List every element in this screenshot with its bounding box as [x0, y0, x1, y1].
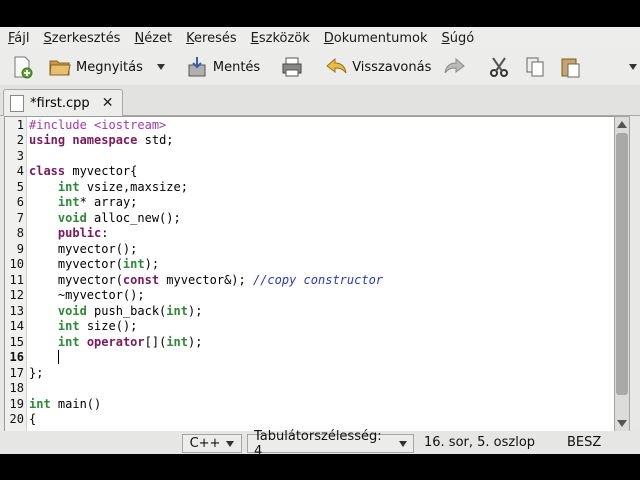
save-icon: [188, 57, 206, 77]
open-button[interactable]: Megnyitás: [44, 52, 147, 82]
undo-icon: [326, 57, 347, 74]
menu-search[interactable]: Keresés: [178, 31, 243, 46]
menu-edit[interactable]: Szerkesztés: [36, 31, 127, 46]
code-line[interactable]: class myvector{: [29, 164, 137, 180]
line-number: 15: [9, 334, 24, 349]
code-line[interactable]: void alloc_new();: [29, 211, 181, 227]
code-line[interactable]: myvector(const myvector&); //copy constr…: [29, 273, 383, 289]
editor-window: Fájl Szerkesztés Nézet Keresés Eszközök …: [0, 27, 640, 459]
menubar: Fájl Szerkesztés Nézet Keresés Eszközök …: [0, 27, 640, 49]
language-selector[interactable]: C++: [182, 434, 242, 453]
scrollbar-thumb[interactable]: [616, 133, 628, 395]
tab-label: *first.cpp: [30, 95, 90, 111]
document-tabs: *first.cpp ✕: [0, 85, 640, 116]
code-editor[interactable]: 1 #include <iostream> 2 using namespace std…: [4, 116, 615, 432]
open-label: Megnyitás: [76, 59, 143, 75]
chevron-down-icon: [629, 64, 638, 70]
menu-file[interactable]: Fájl: [0, 31, 36, 46]
undo-label: Visszavonás: [352, 59, 432, 75]
redo-icon: [444, 57, 466, 74]
vertical-scrollbar[interactable]: [614, 116, 630, 432]
text-cursor: [57, 350, 59, 364]
print-button[interactable]: [276, 52, 308, 82]
code-line[interactable]: [29, 350, 59, 367]
printer-icon: [282, 57, 302, 77]
chevron-down-icon: [399, 440, 407, 447]
scroll-up-icon[interactable]: [617, 121, 627, 128]
chevron-down-icon: [226, 440, 235, 447]
paste-icon: [561, 58, 580, 78]
language-label: C++: [189, 436, 221, 451]
line-number: 4: [16, 164, 24, 178]
code-line[interactable]: void push_back(int);: [29, 304, 203, 320]
scroll-down-icon[interactable]: [617, 420, 627, 427]
menu-help[interactable]: Súgó: [434, 31, 481, 46]
line-number: 10: [9, 257, 24, 271]
insert-mode: BESZ: [567, 435, 602, 450]
line-number: 1: [16, 117, 24, 132]
redo-button[interactable]: [439, 52, 471, 82]
line-number: 17: [9, 365, 24, 380]
line-number: 5: [16, 179, 24, 194]
line-number: 14: [9, 319, 24, 333]
code-line[interactable]: int* array;: [29, 195, 137, 211]
line-number: 2: [16, 133, 24, 147]
code-line[interactable]: #include <iostream>: [29, 118, 166, 134]
line-number: 7: [16, 210, 24, 225]
cut-button[interactable]: [483, 52, 515, 82]
menu-tools[interactable]: Eszközök: [243, 31, 316, 46]
code-line[interactable]: public:: [29, 226, 109, 242]
new-document-icon: [14, 56, 33, 79]
code-line[interactable]: {: [29, 412, 36, 428]
toolbar: Megnyitás Mentés Visszavonás: [0, 49, 640, 85]
scissors-icon: [490, 57, 509, 77]
line-number: 18: [9, 381, 24, 395]
line-number: 8: [16, 226, 24, 240]
cursor-position: 16. sor, 5. oszlop: [424, 435, 536, 450]
save-label: Mentés: [212, 59, 261, 75]
line-number: 3: [16, 148, 24, 163]
code-line[interactable]: int operator[](int);: [29, 335, 203, 351]
code-line[interactable]: int main(): [29, 397, 101, 413]
tab-width-selector[interactable]: Tabulátorszélesség: 4: [247, 429, 414, 459]
save-button[interactable]: Mentés: [181, 52, 264, 82]
close-icon[interactable]: ✕: [102, 95, 114, 111]
code-line[interactable]: myvector();: [29, 242, 137, 258]
line-number: 13: [9, 303, 24, 318]
folder-open-icon: [49, 60, 71, 76]
undo-button[interactable]: Visszavonás: [320, 52, 435, 82]
line-number: 9: [16, 241, 24, 256]
menu-view[interactable]: Nézet: [126, 31, 178, 46]
code-line[interactable]: using namespace std;: [29, 133, 174, 149]
line-number: 20: [9, 412, 24, 426]
open-recent-dropdown[interactable]: [153, 52, 169, 82]
tab-width-label: Tabulátorszélesség: 4: [254, 428, 382, 459]
code-line[interactable]: };: [29, 366, 43, 382]
toolbar-overflow-button[interactable]: [625, 52, 640, 82]
tab-first-cpp[interactable]: *first.cpp ✕: [3, 89, 123, 116]
line-number: 6: [16, 195, 24, 209]
code-line[interactable]: ~myvector();: [29, 288, 145, 304]
menu-documents[interactable]: Dokumentumok: [316, 31, 434, 46]
code-line[interactable]: int vsize,maxsize;: [29, 180, 188, 196]
code-line[interactable]: myvector(int);: [29, 257, 159, 273]
line-number: 12: [9, 288, 24, 302]
paste-button[interactable]: [555, 52, 587, 82]
chevron-down-icon: [156, 64, 165, 70]
line-number: 16: [9, 350, 24, 364]
copy-button[interactable]: [519, 52, 551, 82]
code-line[interactable]: int size();: [29, 319, 137, 335]
document-icon: [10, 94, 24, 112]
line-number: 11: [9, 272, 24, 287]
statusbar: C++ Tabulátorszélesség: 4 16. sor, 5. os…: [0, 429, 640, 459]
new-document-button[interactable]: [6, 52, 38, 82]
line-number: 19: [9, 396, 24, 411]
copy-icon: [526, 57, 544, 77]
